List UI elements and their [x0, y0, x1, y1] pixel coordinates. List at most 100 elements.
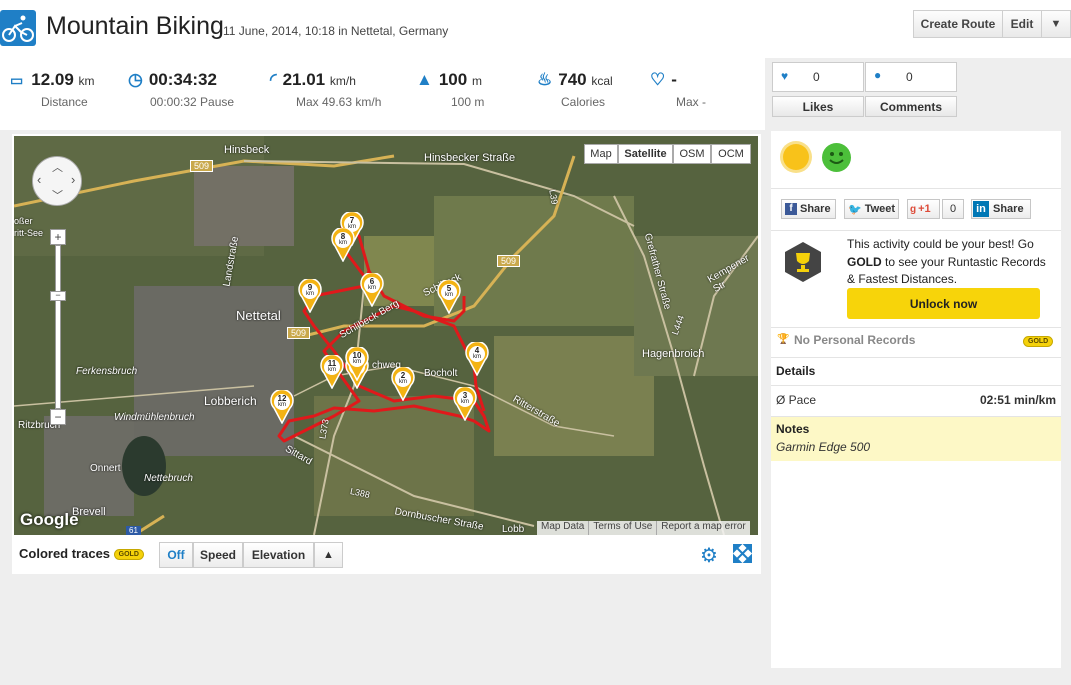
zoom-slider-track[interactable]	[55, 245, 61, 409]
road-shield: 509	[190, 160, 214, 172]
map-type-osm[interactable]: OSM	[673, 144, 711, 164]
km-marker-label: 8 km	[331, 233, 355, 247]
chevron-up-icon[interactable]: ︿	[52, 159, 63, 175]
satellite-map-layer	[14, 136, 758, 535]
trace-collapse-button[interactable]: ▲	[314, 542, 343, 568]
google-plus-count: 0	[942, 199, 964, 219]
map-label: Hinsbeck	[224, 144, 270, 156]
comments-button[interactable]: Comments	[865, 96, 957, 117]
activity-date-location: 11 June, 2014, 10:18 in Nettetal, German…	[223, 24, 449, 38]
settings-icon[interactable]: ⚙	[700, 543, 718, 568]
route-map[interactable]: Hinsbeck Hinsbecker Straße Nettetal Lobb…	[14, 136, 758, 535]
clock-icon: ◷	[128, 70, 143, 89]
unlock-now-button[interactable]: Unlock now	[847, 288, 1040, 319]
linkedin-share-button[interactable]: in Share	[971, 199, 1031, 219]
page-title: Mountain Biking	[46, 12, 224, 40]
map-type-ocm[interactable]: OCM	[711, 144, 751, 164]
google-logo: Google	[20, 510, 79, 529]
map-label: Nettetal	[236, 308, 281, 323]
gold-badge: GOLD	[113, 549, 144, 561]
sidebar: f Share 🐦 Tweet g +1 0 in Share This acti…	[771, 131, 1061, 668]
km-marker-label: 5 km	[437, 285, 461, 299]
stat-heart-rate: ♡ - Max -	[650, 70, 706, 109]
km-marker-label: 6 km	[360, 278, 384, 292]
map-label: Windmühlenbruch	[114, 412, 195, 423]
km-marker-unit: km	[473, 354, 481, 360]
map-label: Bocholt	[424, 368, 458, 379]
km-marker-6[interactable]: 6 km	[360, 271, 384, 308]
pan-control[interactable]: ︿ ﹀ ‹ ›	[32, 156, 82, 206]
zoom-in-button[interactable]: +	[50, 229, 66, 245]
chevron-left-icon[interactable]: ‹	[37, 172, 41, 187]
fullscreen-icon[interactable]	[732, 543, 753, 564]
map-label: Onnert	[90, 463, 121, 474]
km-marker-unit: km	[306, 291, 314, 297]
heart-icon: ♥	[781, 69, 789, 83]
likes-button[interactable]: Likes	[772, 96, 864, 117]
personal-records-row: 🏆 No Personal Records GOLD	[771, 332, 1061, 354]
facebook-icon: f	[785, 203, 797, 215]
km-marker-3[interactable]: 3 km	[453, 385, 477, 422]
create-route-button[interactable]: Create Route	[913, 10, 1003, 38]
terms-of-use-link[interactable]: Terms of Use	[589, 521, 658, 535]
comment-icon: ●	[874, 68, 882, 82]
stats-bar: ▭ 12.09 km Distance ◷ 00:34:32 00:00:32 Pa…	[0, 58, 765, 130]
tweet-button[interactable]: 🐦 Tweet	[844, 199, 899, 219]
map-label: Lobb	[502, 524, 525, 535]
small-trophy-icon: 🏆	[777, 334, 790, 345]
km-marker-12[interactable]: 12 km	[270, 388, 294, 425]
pace-row: Ø Pace 02:51 min/km	[776, 393, 1056, 407]
km-marker-unit: km	[445, 292, 453, 298]
activity-header: Mountain Biking 11 June, 2014, 10:18 in …	[0, 0, 1071, 58]
twitter-icon: 🐦	[848, 203, 862, 216]
road-shield: 509	[497, 255, 521, 267]
gold-promo-text: This activity could be your best! Go GOL…	[847, 237, 1046, 286]
details-heading: Details	[776, 364, 816, 378]
stat-calories: ♨ 740 kcal Calories	[537, 70, 613, 109]
km-marker-5[interactable]: 5 km	[437, 278, 461, 315]
km-marker-label: 3 km	[453, 392, 477, 406]
chevron-down-icon[interactable]: ﹀	[52, 187, 63, 203]
map-attribution: Map Data Terms of Use Report a map error	[537, 521, 750, 535]
km-marker-8[interactable]: 8 km	[331, 226, 355, 263]
report-map-error-link[interactable]: Report a map error	[657, 521, 749, 535]
km-marker-10[interactable]: 10 km	[345, 345, 369, 382]
map-type-map[interactable]: Map	[584, 144, 618, 164]
zoom-out-button[interactable]: −	[50, 409, 66, 425]
google-plus-button[interactable]: g +1	[907, 199, 940, 219]
edit-button[interactable]: Edit	[1002, 10, 1042, 38]
trophy-icon	[783, 241, 823, 283]
map-label: Ferkensbruch	[76, 366, 138, 377]
comments-counter: ● 0	[865, 62, 957, 92]
divider	[771, 327, 1061, 328]
km-marker-2[interactable]: 2 km	[391, 365, 415, 402]
divider	[771, 357, 1061, 358]
feeling-smiley-icon	[822, 143, 851, 172]
mountain-icon: ▲	[416, 70, 433, 89]
map-label: Nettebruch	[144, 473, 193, 484]
km-marker-9[interactable]: 9 km	[298, 277, 322, 314]
google-plus-icon: g	[910, 203, 917, 215]
zoom-slider-handle[interactable]: −	[50, 291, 66, 301]
map-data-link[interactable]: Map Data	[537, 521, 590, 535]
map-label: ritt-See	[14, 228, 44, 238]
gold-badge: GOLD	[1023, 336, 1054, 347]
km-marker-unit: km	[368, 285, 376, 291]
map-label: oßer	[14, 216, 33, 226]
trace-mode-elevation[interactable]: Elevation	[243, 542, 314, 568]
trace-mode-off[interactable]: Off	[159, 542, 193, 568]
km-marker-11[interactable]: 11 km	[320, 353, 344, 390]
map-type-satellite[interactable]: Satellite	[618, 144, 673, 164]
km-marker-unit: km	[353, 359, 361, 365]
km-marker-label: 12 km	[270, 395, 294, 409]
edit-dropdown-button[interactable]: ▼	[1041, 10, 1071, 38]
km-marker-unit: km	[461, 399, 469, 405]
stat-duration: ◷ 00:34:32 00:00:32 Pause	[128, 70, 235, 109]
km-marker-unit: km	[278, 402, 286, 408]
trace-mode-speed[interactable]: Speed	[193, 542, 243, 568]
facebook-share-button[interactable]: f Share	[781, 199, 836, 219]
chevron-right-icon[interactable]: ›	[71, 172, 75, 187]
divider	[771, 188, 1061, 189]
km-marker-4[interactable]: 4 km	[465, 340, 489, 377]
likes-counter: ♥ 0	[772, 62, 864, 92]
